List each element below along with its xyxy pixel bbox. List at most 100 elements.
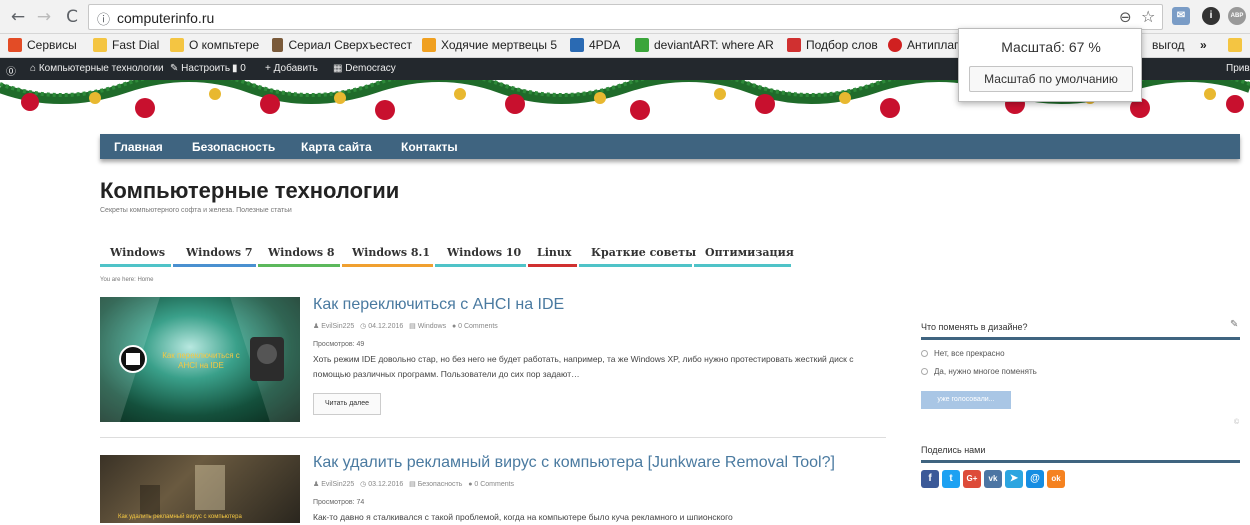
poll-option[interactable]: Да, нужно многое поменять (921, 367, 1037, 376)
bookmark-word-picker[interactable]: Подбор слов (787, 38, 878, 52)
post-excerpt: Хоть режим IDE довольно стар, но без нег… (313, 354, 854, 379)
category-underline (258, 264, 340, 267)
google-plus-icon[interactable]: G+ (963, 470, 981, 488)
nav-contacts[interactable]: Контакты (401, 140, 458, 154)
edit-pencil-icon[interactable]: ✎ (1230, 319, 1238, 330)
adblock-extension-icon[interactable]: ABP (1228, 7, 1246, 25)
category-windows81[interactable]: Windows 8.1 (352, 246, 430, 259)
copyright-icon: © (1234, 419, 1240, 426)
vote-button[interactable]: уже голосовали... (921, 391, 1011, 409)
share-title: Поделись нами (921, 445, 986, 455)
category-windows8[interactable]: Windows 8 (268, 246, 335, 259)
category-underline (100, 264, 171, 267)
bookmark-4pda[interactable]: 4PDA (570, 38, 620, 52)
category-linux[interactable]: Linux (537, 246, 571, 259)
post-title[interactable]: Как переключиться с AHCI на IDE (313, 296, 564, 314)
folder-icon (170, 38, 184, 52)
radio-icon (921, 350, 928, 357)
info-extension-icon[interactable]: i (1202, 7, 1220, 25)
other-bookmarks[interactable] (1228, 38, 1247, 52)
facebook-icon[interactable]: f (921, 470, 939, 488)
favicon-icon (570, 38, 584, 52)
category-tips[interactable]: Краткие советы (591, 246, 696, 259)
folder-icon (93, 38, 107, 52)
bookmark-vygod[interactable]: выгод (1152, 38, 1185, 52)
folder-icon: ▤ (409, 323, 416, 330)
wp-add-new[interactable]: + Добавить (265, 63, 318, 74)
reload-icon[interactable]: C (62, 7, 82, 27)
wp-customize[interactable]: ✎ Настроить (170, 63, 230, 74)
thumbnail-caption: Как удалить рекламный вирус с компьютера (118, 514, 242, 520)
info-icon[interactable]: ⓘ (97, 9, 110, 28)
main-navigation: Главная Безопасность Карта сайта Контакт… (100, 134, 1240, 159)
category-windows[interactable]: Windows (110, 246, 165, 259)
vk-icon[interactable]: vk (984, 470, 1002, 488)
radio-icon (921, 368, 928, 375)
comment-icon: ● (451, 323, 457, 330)
post-divider (100, 437, 886, 438)
mail-icon[interactable]: @ (1026, 470, 1044, 488)
category-underline (342, 264, 433, 267)
bookmarks-more[interactable]: » (1200, 38, 1207, 52)
bookmark-about-pc[interactable]: О компьтере (170, 38, 259, 52)
breadcrumb: You are here: Home (100, 277, 154, 283)
wp-site-link[interactable]: ⌂ Компьютерные технологии (30, 63, 164, 74)
bookmark-star-icon[interactable]: ☆ (1141, 7, 1155, 26)
sidebar-divider (921, 460, 1240, 463)
folder-icon: ▤ (409, 481, 416, 488)
wordpress-icon[interactable]: ⓪ (6, 63, 16, 78)
wp-theme[interactable]: ▦ Democracy (333, 63, 396, 74)
bookmark-deviantart[interactable]: deviantART: where AR (635, 38, 780, 52)
category-underline (435, 264, 526, 267)
post-meta: ♟ EvilSin225 ◷ 04.12.2016 ▤ Windows ● 0 … (313, 323, 498, 330)
post-meta: ♟ EvilSin225 ◷ 03.12.2016 ▤ Безопасность… (313, 481, 515, 488)
favicon-icon (787, 38, 801, 52)
wp-comments[interactable]: ▮ 0 (232, 63, 246, 74)
clock-icon: ◷ (360, 323, 367, 330)
post-thumbnail[interactable]: Как переключиться с AHCI на IDE (100, 297, 300, 422)
author-icon: ♟ (313, 323, 320, 330)
bookmark-antiplag[interactable]: Антиплаг (888, 38, 958, 52)
twitter-icon[interactable]: t (942, 470, 960, 488)
category-underline (694, 264, 791, 267)
thumbnail-graphic (140, 465, 225, 515)
category-underline (579, 264, 692, 267)
bookmark-services[interactable]: Сервисы (8, 38, 77, 52)
url-text[interactable]: computerinfo.ru (117, 10, 214, 26)
nav-security[interactable]: Безопасность (192, 140, 275, 154)
forward-icon[interactable]: → (34, 7, 54, 27)
bookmark-supernatural[interactable]: Сериал Сверхъестест (272, 38, 412, 52)
favicon-icon (272, 38, 284, 52)
category-windows10[interactable]: Windows 10 (447, 246, 521, 259)
post-thumbnail[interactable]: Как удалить рекламный вирус с компьютера (100, 455, 300, 523)
site-description: Секреты компьютерного софта и железа. По… (100, 207, 292, 214)
favicon-icon (422, 38, 436, 52)
nav-sitemap[interactable]: Карта сайта (301, 140, 372, 154)
author-icon: ♟ (313, 481, 320, 488)
wp-greeting[interactable]: Прив (1226, 63, 1250, 74)
bookmark-fastdial[interactable]: Fast Dial (93, 38, 159, 52)
post-views: Просмотров: 49 (313, 341, 365, 348)
address-bar[interactable]: ⓘ computerinfo.ru ⊖ ☆ (88, 4, 1163, 30)
category-underline (173, 264, 256, 267)
post-title[interactable]: Как удалить рекламный вирус с компьютера… (313, 454, 835, 472)
nav-home[interactable]: Главная (114, 140, 163, 154)
telegram-icon[interactable]: ➤ (1005, 470, 1023, 488)
post-views: Просмотров: 74 (313, 499, 365, 506)
zoom-popup: Масштаб: 67 % Масштаб по умолчанию (958, 28, 1142, 102)
odnoklassniki-icon[interactable]: ok (1047, 470, 1065, 488)
category-underline (528, 264, 577, 267)
category-windows7[interactable]: Windows 7 (186, 246, 253, 259)
comment-icon: ● (468, 481, 473, 488)
reset-zoom-button[interactable]: Масштаб по умолчанию (969, 66, 1133, 92)
poll-option[interactable]: Нет, все прекрасно (921, 349, 1005, 358)
clock-icon: ◷ (360, 481, 367, 488)
zoom-icon[interactable]: ⊖ (1119, 8, 1132, 26)
site-title[interactable]: Компьютерные технологии (100, 178, 399, 204)
back-icon[interactable]: ← (8, 7, 28, 27)
bookmark-walking-dead[interactable]: Ходячие мертвецы 5 (422, 38, 560, 52)
read-more-button[interactable]: Читать далее (313, 393, 381, 415)
mail-extension-icon[interactable]: ✉ (1172, 7, 1190, 25)
category-optimization[interactable]: Оптимизация (705, 246, 794, 259)
apps-icon (8, 38, 22, 52)
